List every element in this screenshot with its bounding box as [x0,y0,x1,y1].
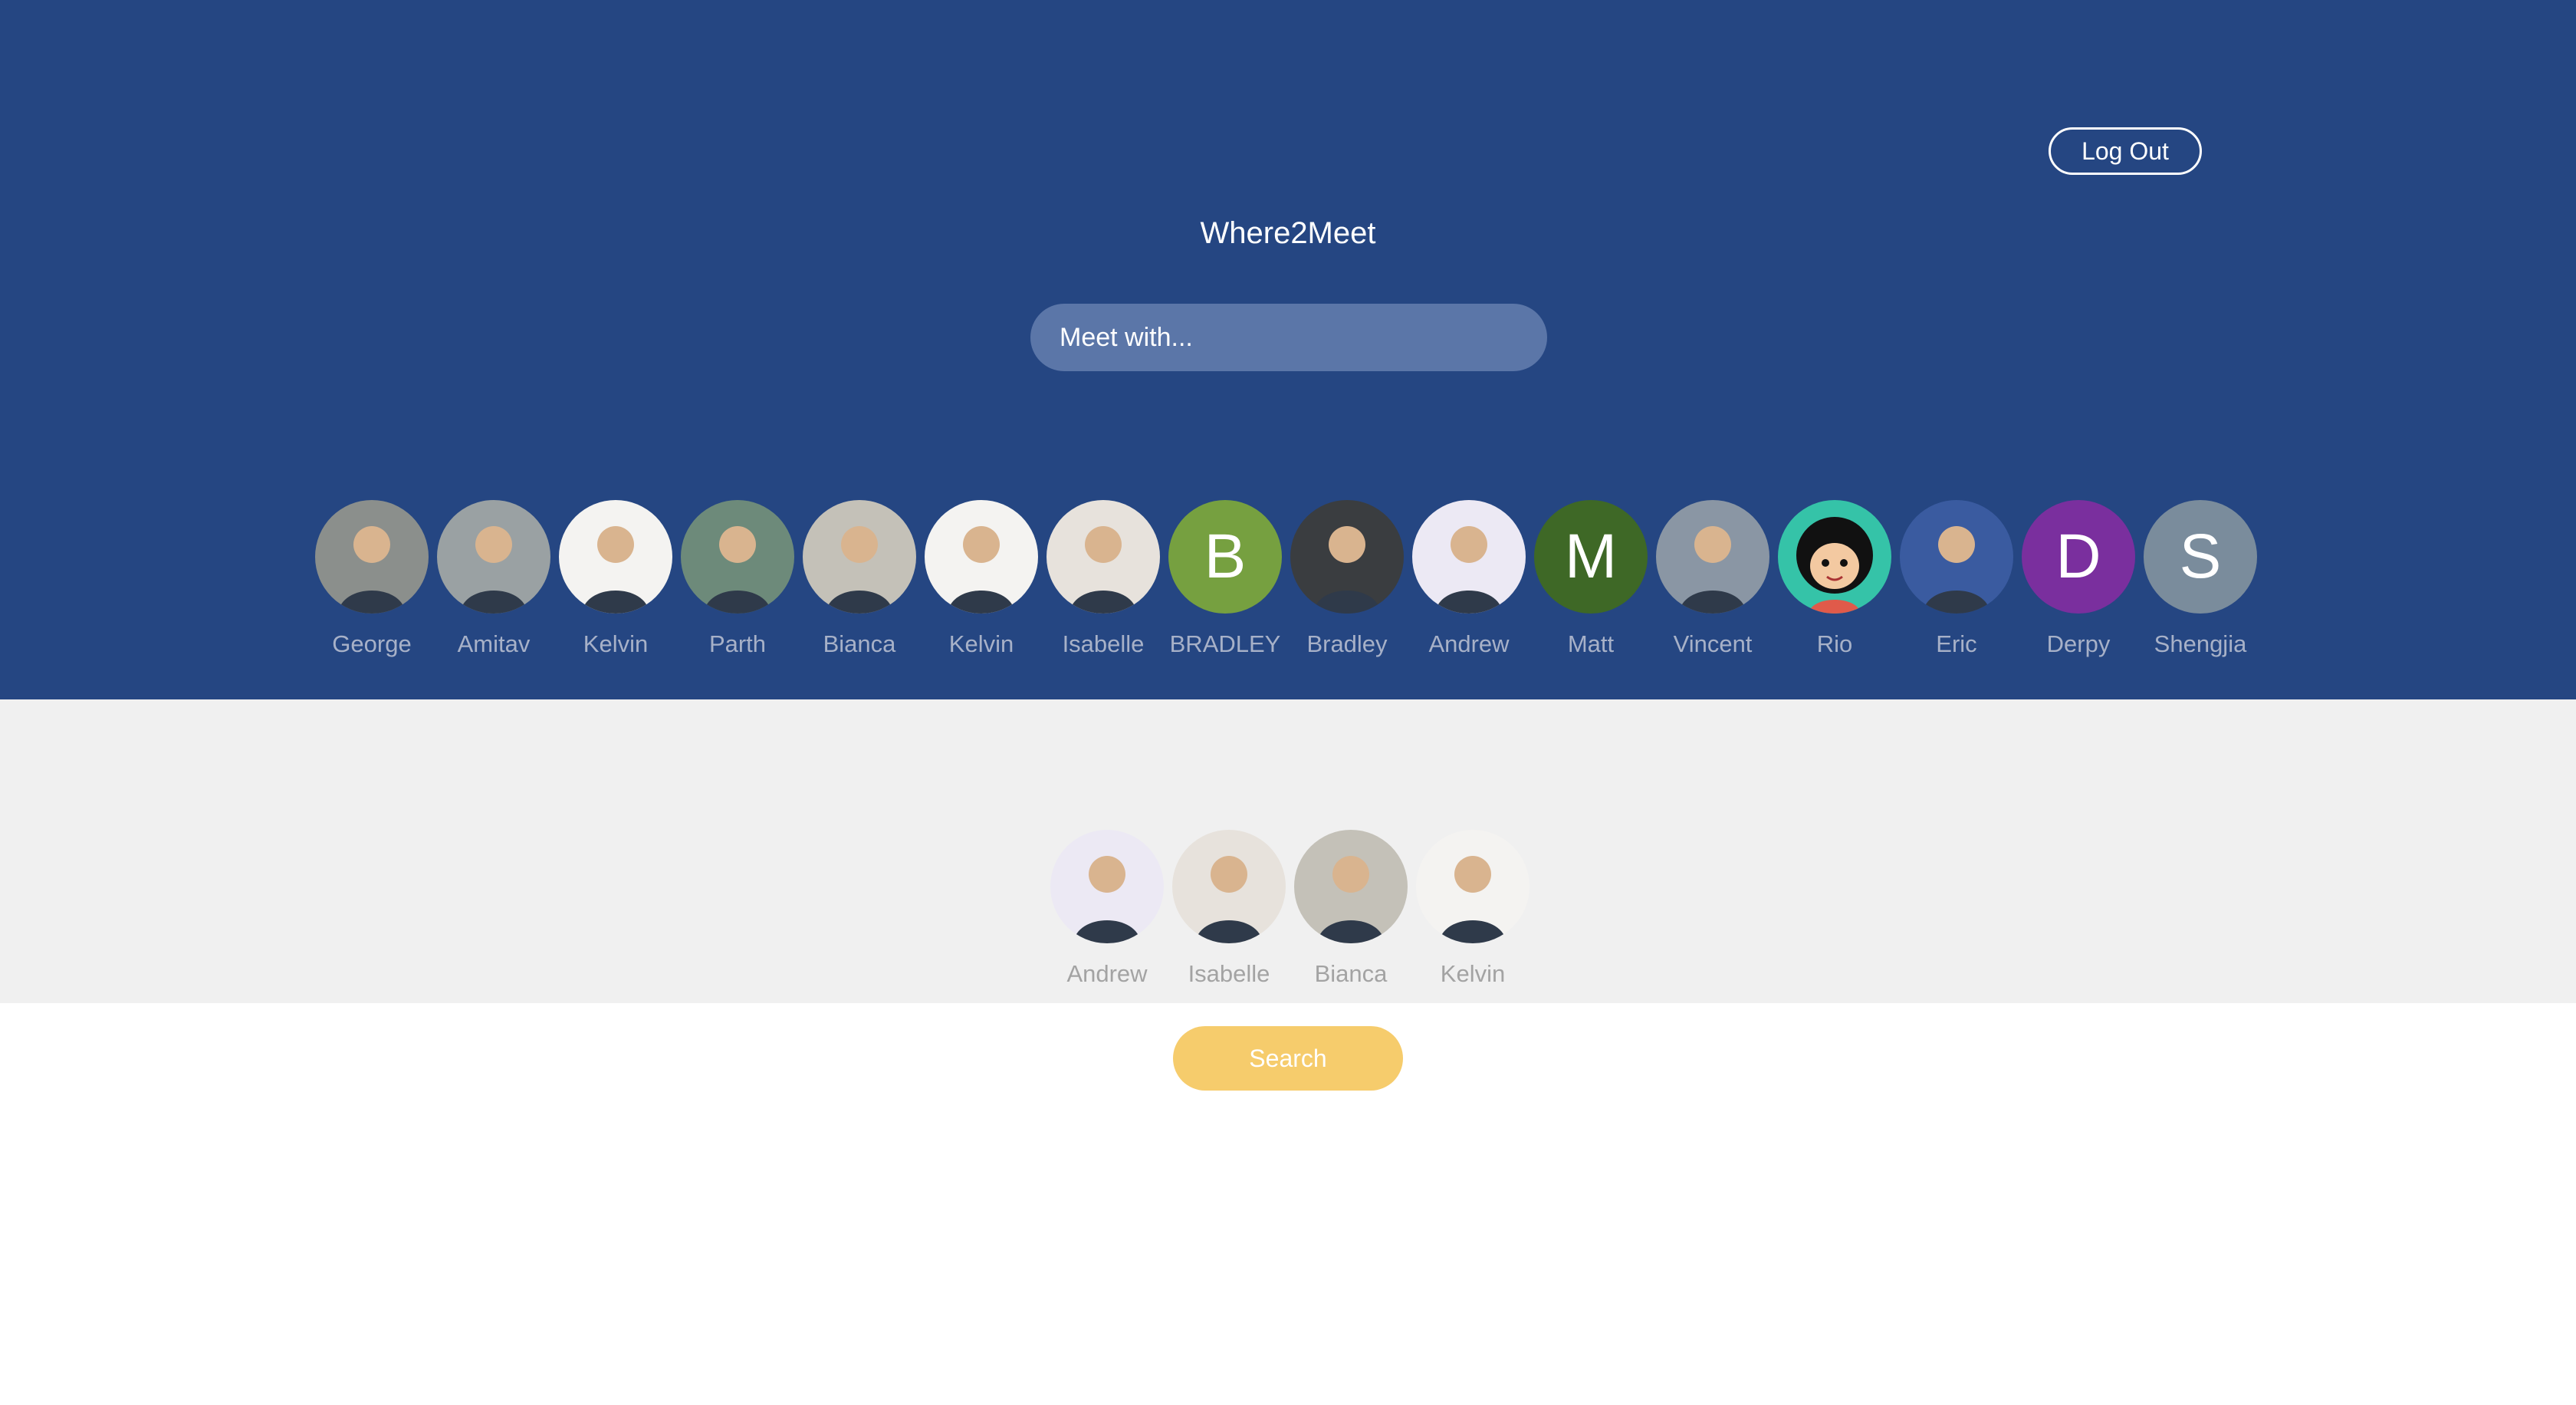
photo-avatar-icon [559,500,672,614]
photo-avatar-icon [1050,830,1164,943]
friend-name: Bradley [1306,630,1388,657]
avatar: M [1534,500,1648,614]
friend-name: Rio [1816,630,1853,657]
selected-friend-item[interactable]: Isabelle [1172,830,1286,988]
selected-friend-item[interactable]: Andrew [1050,830,1164,988]
meet-with-input[interactable] [1030,304,1547,371]
photo-avatar-icon [925,500,1038,614]
avatar [1416,830,1530,943]
photo-avatar-icon [1290,500,1404,614]
photo-avatar-icon [803,500,916,614]
logout-button[interactable]: Log Out [2049,127,2202,175]
friend-item[interactable]: Bradley [1290,500,1404,658]
friend-name: BRADLEY [1169,630,1281,657]
friend-name: Andrew [1428,630,1510,657]
friend-item[interactable]: Kelvin [559,500,672,658]
avatar [1046,500,1160,614]
friend-item[interactable]: B BRADLEY [1168,500,1282,658]
friend-name: Parth [708,630,767,657]
friend-item[interactable]: Vincent [1656,500,1769,658]
photo-avatar-icon [437,500,550,614]
photo-avatar-icon [1046,500,1160,614]
friend-name: Derpy [2046,630,2111,657]
avatar [1900,500,2013,614]
friend-name: Amitav [457,630,531,657]
cartoon-avatar-icon [1778,500,1891,614]
friend-item[interactable]: Eric [1900,500,2013,658]
friend-name: Bianca [1314,960,1388,987]
selected-friends-row: Andrew Isabelle Bianca Kelvin [1050,830,1530,988]
friend-item[interactable]: S Shengjia [2144,500,2257,658]
selected-friend-item[interactable]: Bianca [1294,830,1408,988]
friend-name: Isabelle [1062,630,1145,657]
avatar: B [1168,500,1282,614]
friend-item[interactable]: George [315,500,429,658]
search-button[interactable]: Search [1173,1026,1403,1091]
friend-name: Kelvin [948,630,1014,657]
friend-item[interactable]: Amitav [437,500,550,658]
avatar [1050,830,1164,943]
photo-avatar-icon [1900,500,2013,614]
avatar: S [2144,500,2257,614]
friend-name: Isabelle [1188,960,1270,987]
avatar [1778,500,1891,614]
friend-item[interactable]: Andrew [1412,500,1526,658]
friend-name: Vincent [1673,630,1753,657]
friend-item[interactable]: Kelvin [925,500,1038,658]
friend-item[interactable]: D Derpy [2022,500,2135,658]
avatar [681,500,794,614]
photo-avatar-icon [1412,500,1526,614]
friend-item[interactable]: M Matt [1534,500,1648,658]
avatar [437,500,550,614]
photo-avatar-icon [1172,830,1286,943]
friend-item[interactable]: Bianca [803,500,916,658]
friend-name: Kelvin [583,630,649,657]
app-title: Where2Meet [1200,216,1376,250]
avatar: D [2022,500,2135,614]
avatar [1656,500,1769,614]
friend-name: Matt [1567,630,1615,657]
friend-item[interactable]: Parth [681,500,794,658]
avatar [1290,500,1404,614]
friend-name: George [332,630,412,657]
photo-avatar-icon [1656,500,1769,614]
photo-avatar-icon [315,500,429,614]
friend-name: Bianca [823,630,896,657]
friend-name: Kelvin [1440,960,1506,987]
avatar [315,500,429,614]
friend-name: Eric [1936,630,1977,657]
selected-friend-item[interactable]: Kelvin [1416,830,1530,988]
friend-item[interactable]: Rio [1778,500,1891,658]
friend-name: Shengjia [2154,630,2247,657]
friend-name: Andrew [1066,960,1148,987]
avatar [1294,830,1408,943]
photo-avatar-icon [1294,830,1408,943]
avatar [925,500,1038,614]
avatar [559,500,672,614]
photo-avatar-icon [681,500,794,614]
friends-row: George Amitav Kelvin Parth Bianca Kelvin Isabe… [315,500,2257,658]
friend-item[interactable]: Isabelle [1046,500,1160,658]
header: Log Out Where2Meet George Amitav Kelvin Par… [0,0,2576,699]
avatar [1172,830,1286,943]
avatar [803,500,916,614]
avatar [1412,500,1526,614]
photo-avatar-icon [1416,830,1530,943]
